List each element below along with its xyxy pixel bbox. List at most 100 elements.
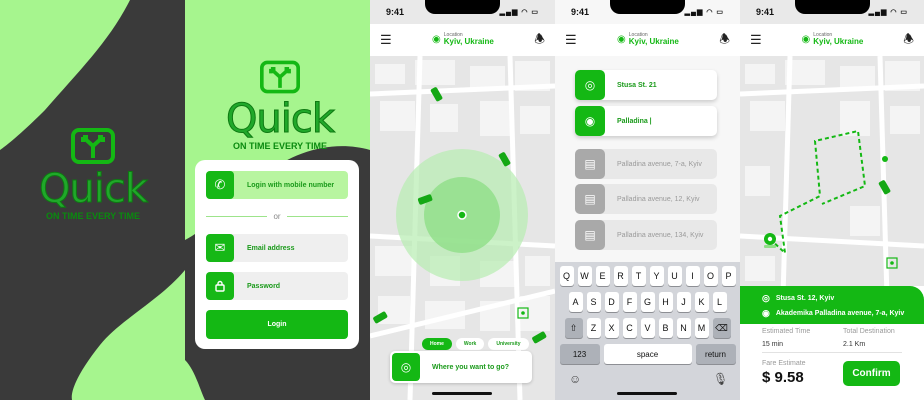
letter-key[interactable]: U [667,266,682,286]
keyboard-row-3: ⇧ ZXCVBNM ⌫ [555,318,740,338]
letter-key[interactable]: Z [586,318,601,338]
return-key[interactable]: return [695,344,736,364]
suggestion-label: Palladina avenue, 134, Kyiv [617,231,704,239]
letter-key[interactable]: Q [559,266,574,286]
splash-logo: Quick ON TIME EVERY TIME [38,128,149,221]
location-indicator[interactable]: ◉ Location Kyiv, Ukraine [802,33,864,47]
brand-tagline: ON TIME EVERY TIME [232,141,327,151]
saved-places-chips: Home Work University [422,338,529,350]
backspace-key[interactable]: ⌫ [712,318,731,338]
mobile-login-button[interactable]: ✆ Login with mobile number [206,171,348,199]
microphone-icon[interactable]: 🎙 [713,372,728,386]
trip-from-value: Stusa St. 12, Kyiv [775,295,835,302]
trip-to: ◉ Akademika Palladina avenue, 7-a, Kyiv [762,308,904,319]
password-field[interactable]: Password [206,272,348,300]
destination-search-bar[interactable]: ◎ Where you want to go? [390,351,532,383]
letter-key[interactable]: R [613,266,628,286]
to-value: Palladina | [617,117,652,125]
signal-wifi-battery-icon: ▂▄▆ ◠ ▭ [868,9,908,16]
letter-key[interactable]: P [721,266,736,286]
shift-key[interactable]: ⇧ [564,318,583,338]
letter-key[interactable]: D [604,292,619,312]
sheet-divider [762,352,902,353]
suggestion-item[interactable]: ▤ Palladina avenue, 7-a, Kyiv [575,149,717,179]
login-card: ✆ Login with mobile number or ✉ Email ad… [195,160,359,349]
letter-key[interactable]: N [676,318,691,338]
home-indicator [432,392,492,395]
login-button[interactable]: Login [206,310,348,339]
or-label: or [273,211,281,221]
destination-dot [882,156,888,162]
to-field[interactable]: ◉ Palladina | [575,106,717,136]
target-icon: ◎ [762,293,770,303]
suggestion-item[interactable]: ▤ Palladina avenue, 134, Kyiv [575,220,717,250]
home-indicator [617,392,677,395]
location-value: Kyiv, Ukraine [628,37,679,47]
estimated-time-value: 15 min [762,341,784,348]
letter-key[interactable]: T [631,266,646,286]
target-icon: ◎ [575,70,605,100]
letter-key[interactable]: A [568,292,583,312]
letter-key[interactable]: C [622,318,637,338]
menu-icon[interactable]: ☰ [380,32,392,48]
letter-key[interactable]: L [712,292,727,312]
menu-icon[interactable]: ☰ [565,32,577,48]
chip-home[interactable]: Home [422,338,452,350]
password-label: Password [247,282,281,290]
letter-key[interactable]: I [685,266,700,286]
keyboard-row-4: 123 space return [555,344,740,364]
numbers-key[interactable]: 123 [559,344,600,364]
brand-name: Quick [225,96,335,142]
letter-key[interactable]: S [586,292,601,312]
trip-route-header: ◎ Stusa St. 12, Kyiv ◉ Akademika Palladi… [740,286,924,324]
location-pin-icon: ◉ [762,308,770,318]
letter-key[interactable]: M [694,318,709,338]
letter-key[interactable]: X [604,318,619,338]
status-bar: 9:41 ▂▄▆ ◠ ▭ [370,0,555,24]
bell-icon[interactable]: 🕭 [903,30,914,51]
status-time: 9:41 [756,7,775,17]
from-field[interactable]: ◎ Stusa St. 21 [575,70,717,100]
signal-wifi-battery-icon: ▂▄▆ ◠ ▭ [684,9,724,16]
estimated-time: Estimated Time 15 min [762,328,810,348]
from-value: Stusa St. 21 [617,81,657,89]
letter-key[interactable]: K [694,292,709,312]
status-time: 9:41 [386,7,405,17]
letter-key[interactable]: F [622,292,637,312]
menu-icon[interactable]: ☰ [750,32,762,48]
letter-key[interactable]: J [676,292,691,312]
target-icon: ◎ [392,353,420,381]
keyboard-row-2: ASDFGHJKL [555,292,740,312]
home-map-screen: 9:41 ▂▄▆ ◠ ▭ ☰ ◉ Location Kyiv, Ukraine 🕭 [370,0,555,400]
chip-university[interactable]: University [488,338,529,350]
map-icon: ▤ [575,149,605,179]
bell-icon[interactable]: 🕭 [534,30,545,51]
chip-work[interactable]: Work [455,338,485,350]
suggestion-item[interactable]: ▤ Palladina avenue, 12, Kyiv [575,184,717,214]
letter-key[interactable]: G [640,292,655,312]
letter-key[interactable]: V [640,318,655,338]
logo-arrow-icon [260,60,300,94]
bell-icon[interactable]: 🕭 [719,30,730,51]
space-key[interactable]: space [603,344,692,364]
user-position-dot [457,210,467,220]
letter-key[interactable]: H [658,292,673,312]
emoji-icon[interactable]: ☺ [569,372,581,386]
estimated-time-label: Estimated Time [762,328,811,335]
fare-value: $ 9.58 [762,369,804,386]
letter-key[interactable]: O [703,266,718,286]
confirm-button[interactable]: Confirm [843,361,900,386]
keyboard-row-1: QWERTYUIOP [555,266,740,286]
letter-key[interactable]: W [577,266,592,286]
trip-to-value: Akademika Palladina avenue, 7-a, Kyiv [775,310,905,317]
letter-key[interactable]: Y [649,266,664,286]
brand-name: Quick [38,166,148,212]
letter-key[interactable]: B [658,318,673,338]
total-destination-label: Total Destination [843,328,895,335]
total-destination-value: 2.1 Km [843,341,866,348]
letter-key[interactable]: E [595,266,610,286]
location-value: Kyiv, Ukraine [813,37,864,47]
location-indicator[interactable]: ◉ Location Kyiv, Ukraine [432,33,494,47]
location-indicator[interactable]: ◉ Location Kyiv, Ukraine [617,33,679,47]
email-field[interactable]: ✉ Email address [206,234,348,262]
